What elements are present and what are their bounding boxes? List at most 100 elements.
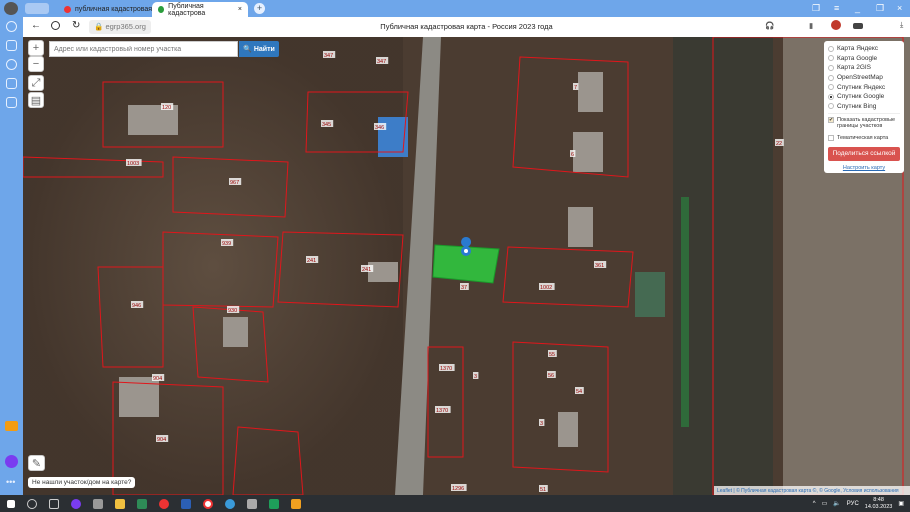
print-icon[interactable]: ▤ (28, 92, 44, 108)
layer-option[interactable]: Карта 2GIS (828, 63, 900, 73)
radio-button[interactable] (828, 55, 834, 62)
volume-icon[interactable]: 🔈 (833, 500, 840, 507)
radio-button[interactable] (828, 93, 834, 100)
plot-number-label[interactable]: 904 (157, 437, 166, 443)
plot-number-label[interactable]: 3 (474, 374, 477, 380)
layer-option[interactable]: OpenStreetMap (828, 73, 900, 83)
plot-number-label[interactable]: 7 (574, 85, 577, 91)
alice-icon[interactable] (5, 455, 18, 468)
show-boundaries-checkbox[interactable]: ✔ Показать кадастровые границы участков (828, 117, 900, 133)
clock[interactable]: 8:48 14.03.2023 (865, 497, 893, 511)
radio-button[interactable] (828, 74, 834, 81)
find-button[interactable]: 🔍 Найти (239, 41, 279, 57)
plot-number-label[interactable]: 22 (776, 141, 782, 147)
bookmark-icon[interactable]: ▮ (809, 21, 813, 30)
plot-number-label[interactable]: 345 (322, 122, 331, 128)
tab-active[interactable]: Публичная кадастрова × (152, 2, 248, 17)
plot-number-label[interactable]: 1296 (452, 486, 464, 492)
start-icon[interactable] (7, 499, 15, 508)
configure-map-link[interactable]: Настроить карту (828, 165, 900, 171)
tab-groups-button[interactable] (25, 3, 49, 14)
photos-icon[interactable] (269, 498, 279, 509)
layer-option[interactable]: Спутник Яндекс (828, 82, 900, 92)
search-input[interactable] (49, 41, 238, 57)
plot-number-label[interactable]: 1370 (436, 408, 448, 414)
network-icon[interactable]: ▭ (822, 500, 828, 507)
notifications-icon[interactable]: ▣ (898, 500, 904, 507)
radio-button[interactable] (828, 103, 834, 110)
zoom-out-button[interactable]: − (28, 56, 44, 72)
plot-number-label[interactable]: 55 (549, 352, 555, 358)
more-icon[interactable]: ••• (6, 477, 15, 487)
radio-button[interactable] (828, 64, 834, 71)
extension-icon[interactable] (853, 23, 863, 29)
menu-icon[interactable]: ≡ (834, 3, 839, 13)
zoom-in-button[interactable]: + (28, 40, 44, 56)
language-indicator[interactable]: РУС (847, 501, 859, 507)
tab-inactive[interactable]: публичная кадастровая к (58, 2, 163, 17)
profile-avatar[interactable] (4, 2, 18, 15)
plot-number-label[interactable]: 361 (595, 263, 604, 269)
plot-number-label[interactable]: 347 (377, 59, 386, 65)
plot-number-label[interactable]: 967 (230, 180, 239, 186)
minimize-icon[interactable]: _ (855, 3, 860, 13)
restore-icon[interactable]: ❐ (876, 3, 884, 14)
search-icon[interactable] (27, 498, 37, 509)
plot-number-label[interactable]: 37 (461, 285, 467, 291)
plot-number-label[interactable]: 1370 (440, 366, 452, 372)
plot-number-label[interactable]: 56 (548, 373, 554, 379)
plot-number-label[interactable]: 120 (162, 105, 171, 111)
explorer-icon[interactable] (115, 498, 125, 509)
headphones-icon[interactable]: 🎧 (765, 21, 774, 30)
yandex-browser-icon[interactable] (203, 498, 213, 509)
screenshot-icon[interactable] (6, 97, 17, 108)
alice-icon[interactable] (71, 498, 81, 509)
plot-number-label[interactable]: 904 (153, 376, 162, 382)
plot-number-label[interactable]: 1002 (540, 285, 552, 291)
plot-number-label[interactable]: 1003 (127, 161, 139, 167)
ruler-icon[interactable]: ✎ (28, 455, 45, 471)
collections-icon[interactable] (6, 40, 17, 51)
plot-number-label[interactable]: 241 (307, 258, 316, 264)
extension-icon[interactable] (831, 20, 841, 30)
fullscreen-icon[interactable]: ⤢ (28, 75, 44, 91)
word-icon[interactable] (181, 498, 191, 509)
outlook-icon[interactable] (291, 498, 301, 509)
share-link-button[interactable]: Поделиться ссылкой (828, 146, 900, 161)
plot-number-label[interactable]: 3 (540, 421, 543, 427)
yandex-icon[interactable] (159, 498, 169, 509)
plot-number-label[interactable]: 54 (576, 389, 582, 395)
layer-option[interactable]: Спутник Google (828, 92, 900, 102)
plot-number-label[interactable]: 946 (132, 303, 141, 309)
new-tab-button[interactable]: + (254, 3, 265, 14)
checkbox[interactable] (828, 134, 834, 141)
task-view-icon[interactable] (49, 498, 59, 509)
app-icon[interactable] (93, 498, 103, 509)
history-icon[interactable] (6, 21, 17, 32)
mail-icon[interactable] (5, 421, 18, 431)
satellite-map[interactable]: 347 347 120 345 346 7 6 1003 967 22 939 241 241 361 37… (23, 37, 910, 495)
checkbox-checked[interactable]: ✔ (828, 117, 834, 124)
not-found-button[interactable]: Не нашли участок/дом на карте? (28, 477, 136, 488)
layer-option[interactable]: Карта Google (828, 54, 900, 64)
network-app-icon[interactable] (247, 498, 257, 509)
download-icon[interactable]: ⤓ (900, 20, 903, 30)
chat-icon[interactable] (225, 498, 235, 509)
layer-option[interactable]: Карта Яндекс (828, 44, 900, 54)
excel-icon[interactable] (137, 498, 147, 509)
thematic-checkbox[interactable]: Тематическая карта (828, 133, 900, 143)
plot-number-label[interactable]: 51 (540, 487, 546, 493)
radio-button[interactable] (828, 45, 834, 52)
radio-button[interactable] (828, 84, 834, 91)
layer-option[interactable]: Спутник Bing (828, 102, 900, 112)
collections-icon[interactable]: ❐ (812, 3, 820, 14)
plot-number-label[interactable]: 346 (375, 125, 384, 131)
plot-number-label[interactable]: 930 (228, 308, 237, 314)
map-attribution[interactable]: Leaflet | © Публичная кадастровая карта … (714, 486, 910, 495)
plot-number-label[interactable]: 6 (571, 152, 574, 158)
plot-number-label[interactable]: 241 (362, 267, 371, 273)
play-icon[interactable] (6, 59, 17, 70)
plot-number-label[interactable]: 939 (222, 241, 231, 247)
notes-icon[interactable] (6, 78, 17, 89)
chevron-up-icon[interactable]: ^ (813, 501, 816, 507)
